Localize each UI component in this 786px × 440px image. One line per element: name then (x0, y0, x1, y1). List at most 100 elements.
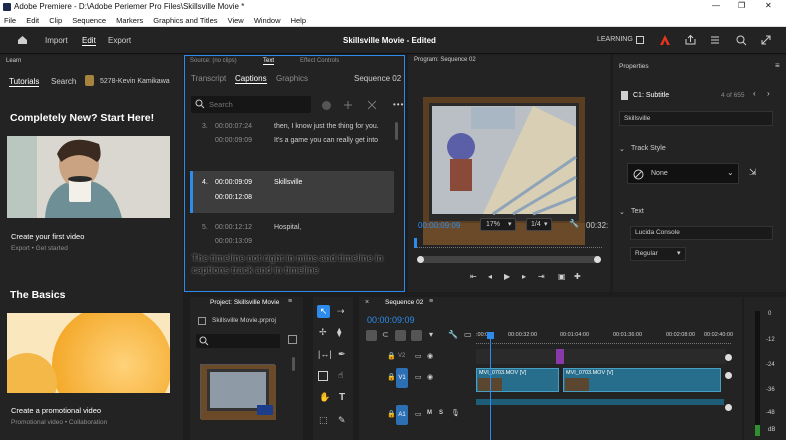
eye-icon[interactable]: ◉ (427, 352, 433, 360)
caption-in-time[interactable]: 00:00:09:09 (215, 179, 252, 186)
track-label-a1[interactable]: A1 (396, 405, 408, 425)
menu-help[interactable]: Help (291, 16, 306, 25)
tab-import[interactable]: Import (45, 36, 68, 45)
mask-tool-icon[interactable]: ⬚ (319, 415, 328, 426)
scroll-handle-left[interactable] (417, 256, 424, 263)
timeline-clip[interactable]: MVI_0703.MOV [V] (563, 368, 721, 392)
tutorial-thumbnail-first-video[interactable] (7, 136, 170, 218)
caption-text-line2[interactable]: It's a game you can really get into (274, 137, 378, 144)
home-icon[interactable] (17, 35, 28, 45)
button-editor-icon[interactable]: ✚ (574, 272, 581, 281)
card-title-first-video[interactable]: Create your first video (11, 232, 84, 241)
chevron-right-icon[interactable]: › (767, 89, 770, 98)
caption-out-time[interactable]: 00:00:12:08 (215, 194, 252, 201)
chevron-left-icon[interactable]: ‹ (753, 89, 756, 98)
card-title-promo-video[interactable]: Create a promotional video (11, 406, 101, 415)
learning-workspace[interactable]: LEARNING (597, 36, 633, 43)
lock-icon[interactable]: 🔒 (387, 410, 396, 418)
pen-alt-tool-icon[interactable]: ✎ (338, 415, 346, 426)
slip-tool-icon[interactable]: |↔| (318, 349, 332, 359)
split-caption-icon[interactable] (343, 100, 353, 110)
tab-transcript[interactable]: Transcript (191, 74, 226, 83)
menu-window[interactable]: Window (254, 16, 281, 25)
hand-tool-icon[interactable]: ☝ (338, 370, 343, 381)
new-bin-icon[interactable] (288, 335, 297, 344)
search-icon[interactable] (736, 35, 747, 46)
scroll-handle-right[interactable] (594, 256, 601, 263)
step-forward-icon[interactable]: ▸ (522, 272, 526, 281)
tab-tutorials[interactable]: Tutorials (9, 77, 40, 87)
timeline-ruler[interactable]: :00:00 00:00:32:00 00:01:04:00 00:01:36:… (476, 327, 733, 349)
track-select-tool-icon[interactable]: ⇢ (337, 306, 345, 317)
tutorial-thumbnail-promo-video[interactable] (7, 313, 170, 393)
track-style-select[interactable]: None ⌄ (627, 163, 739, 184)
project-search-box[interactable] (196, 334, 280, 348)
step-back-icon[interactable]: ◂ (488, 272, 492, 281)
merge-caption-icon[interactable] (367, 100, 377, 110)
program-scrollbar[interactable] (417, 256, 601, 263)
lock-icon[interactable]: 🔒 (387, 352, 396, 360)
linked-selection-icon[interactable] (395, 330, 406, 341)
create-style-icon[interactable]: ⇲ (749, 167, 757, 178)
caption-search-box[interactable] (191, 96, 311, 113)
tab-edit[interactable]: Edit (82, 36, 96, 46)
panel-menu-icon[interactable]: ≡ (429, 298, 433, 305)
resolution-select[interactable]: 1/4 ▾ (526, 218, 552, 231)
timeline-playhead[interactable] (490, 332, 491, 440)
caption-row-selected[interactable]: 4. 00:00:09:09 00:00:12:08 Skillsville (190, 171, 394, 213)
caption-out-time[interactable]: 00:00:13:09 (215, 238, 252, 245)
razor-tool-icon[interactable]: ⧫ (337, 327, 341, 338)
caption-text-line1[interactable]: Skillsville (274, 179, 302, 186)
quick-export-icon[interactable] (710, 35, 720, 45)
menu-edit[interactable]: Edit (26, 16, 39, 25)
sync-icon[interactable]: ▭ (415, 373, 422, 381)
panel-menu-icon[interactable]: ≡ (775, 61, 780, 70)
snap-icon[interactable]: ⊂ (382, 330, 389, 339)
captions-scrollbar[interactable] (395, 122, 398, 140)
add-marker-icon[interactable] (411, 330, 422, 341)
rectangle-tool-icon[interactable] (318, 371, 328, 381)
timeline-clip[interactable]: MVI_0703.MOV [V] (476, 368, 559, 392)
eye-icon[interactable]: ◉ (427, 373, 433, 381)
menu-file[interactable]: File (4, 16, 16, 25)
caption-text-line1[interactable]: Hospital, (274, 224, 301, 231)
selection-tool-icon[interactable]: ↖ (317, 305, 330, 318)
mark-in-icon[interactable]: ⇤ (470, 272, 477, 281)
panel-toggle-icon[interactable] (636, 36, 644, 44)
caption-marker[interactable] (556, 349, 564, 364)
timeline-vscroll-handle[interactable] (725, 372, 732, 379)
tab-source[interactable]: Source: (no clips) (190, 58, 237, 64)
restore-button[interactable]: ❐ (738, 1, 745, 10)
menu-view[interactable]: View (228, 16, 244, 25)
chevron-down-icon[interactable]: ⌄ (619, 145, 625, 153)
share-icon[interactable] (685, 35, 696, 45)
caption-text-line1[interactable]: then, I know just the thing for you. (274, 123, 379, 130)
timeline-vscroll-handle[interactable] (725, 404, 732, 411)
close-button[interactable]: ✕ (765, 1, 772, 10)
timeline-vscroll-handle[interactable] (725, 354, 732, 361)
lock-icon[interactable]: 🔒 (387, 373, 396, 381)
tab-captions[interactable]: Captions (235, 74, 267, 84)
captions-icon[interactable]: ▭ (464, 330, 472, 339)
audio-clip[interactable] (476, 399, 724, 405)
marker-icon[interactable]: ▾ (429, 330, 433, 339)
wrench-icon[interactable]: 🔧 (569, 219, 579, 228)
tab-search[interactable]: Search (51, 77, 76, 86)
close-icon[interactable]: × (365, 299, 369, 306)
caption-row[interactable]: 5. 00:00:12:12 00:00:13:09 Hospital, (190, 219, 394, 251)
mute-button[interactable]: M (427, 410, 432, 416)
solo-button[interactable]: S (439, 410, 443, 416)
play-icon[interactable]: ▶ (504, 272, 510, 281)
caption-text-field[interactable]: Skillsville (619, 111, 773, 126)
chevron-down-icon[interactable]: ⌄ (619, 208, 625, 216)
project-media-thumbnail[interactable] (200, 364, 276, 420)
menu-graphics[interactable]: Graphics and Titles (153, 16, 217, 25)
zoom-select[interactable]: 17% ▾ (480, 218, 516, 231)
font-weight-select[interactable]: Regular ▾ (630, 247, 686, 261)
track-label-v1[interactable]: V1 (396, 368, 408, 388)
program-timecode[interactable]: 00:00:09:09 (418, 221, 460, 230)
timeline-timecode[interactable]: 00:00:09:09 (367, 315, 415, 325)
menu-clip[interactable]: Clip (49, 16, 62, 25)
project-scrollbar[interactable] (292, 357, 295, 371)
menu-markers[interactable]: Markers (116, 16, 143, 25)
